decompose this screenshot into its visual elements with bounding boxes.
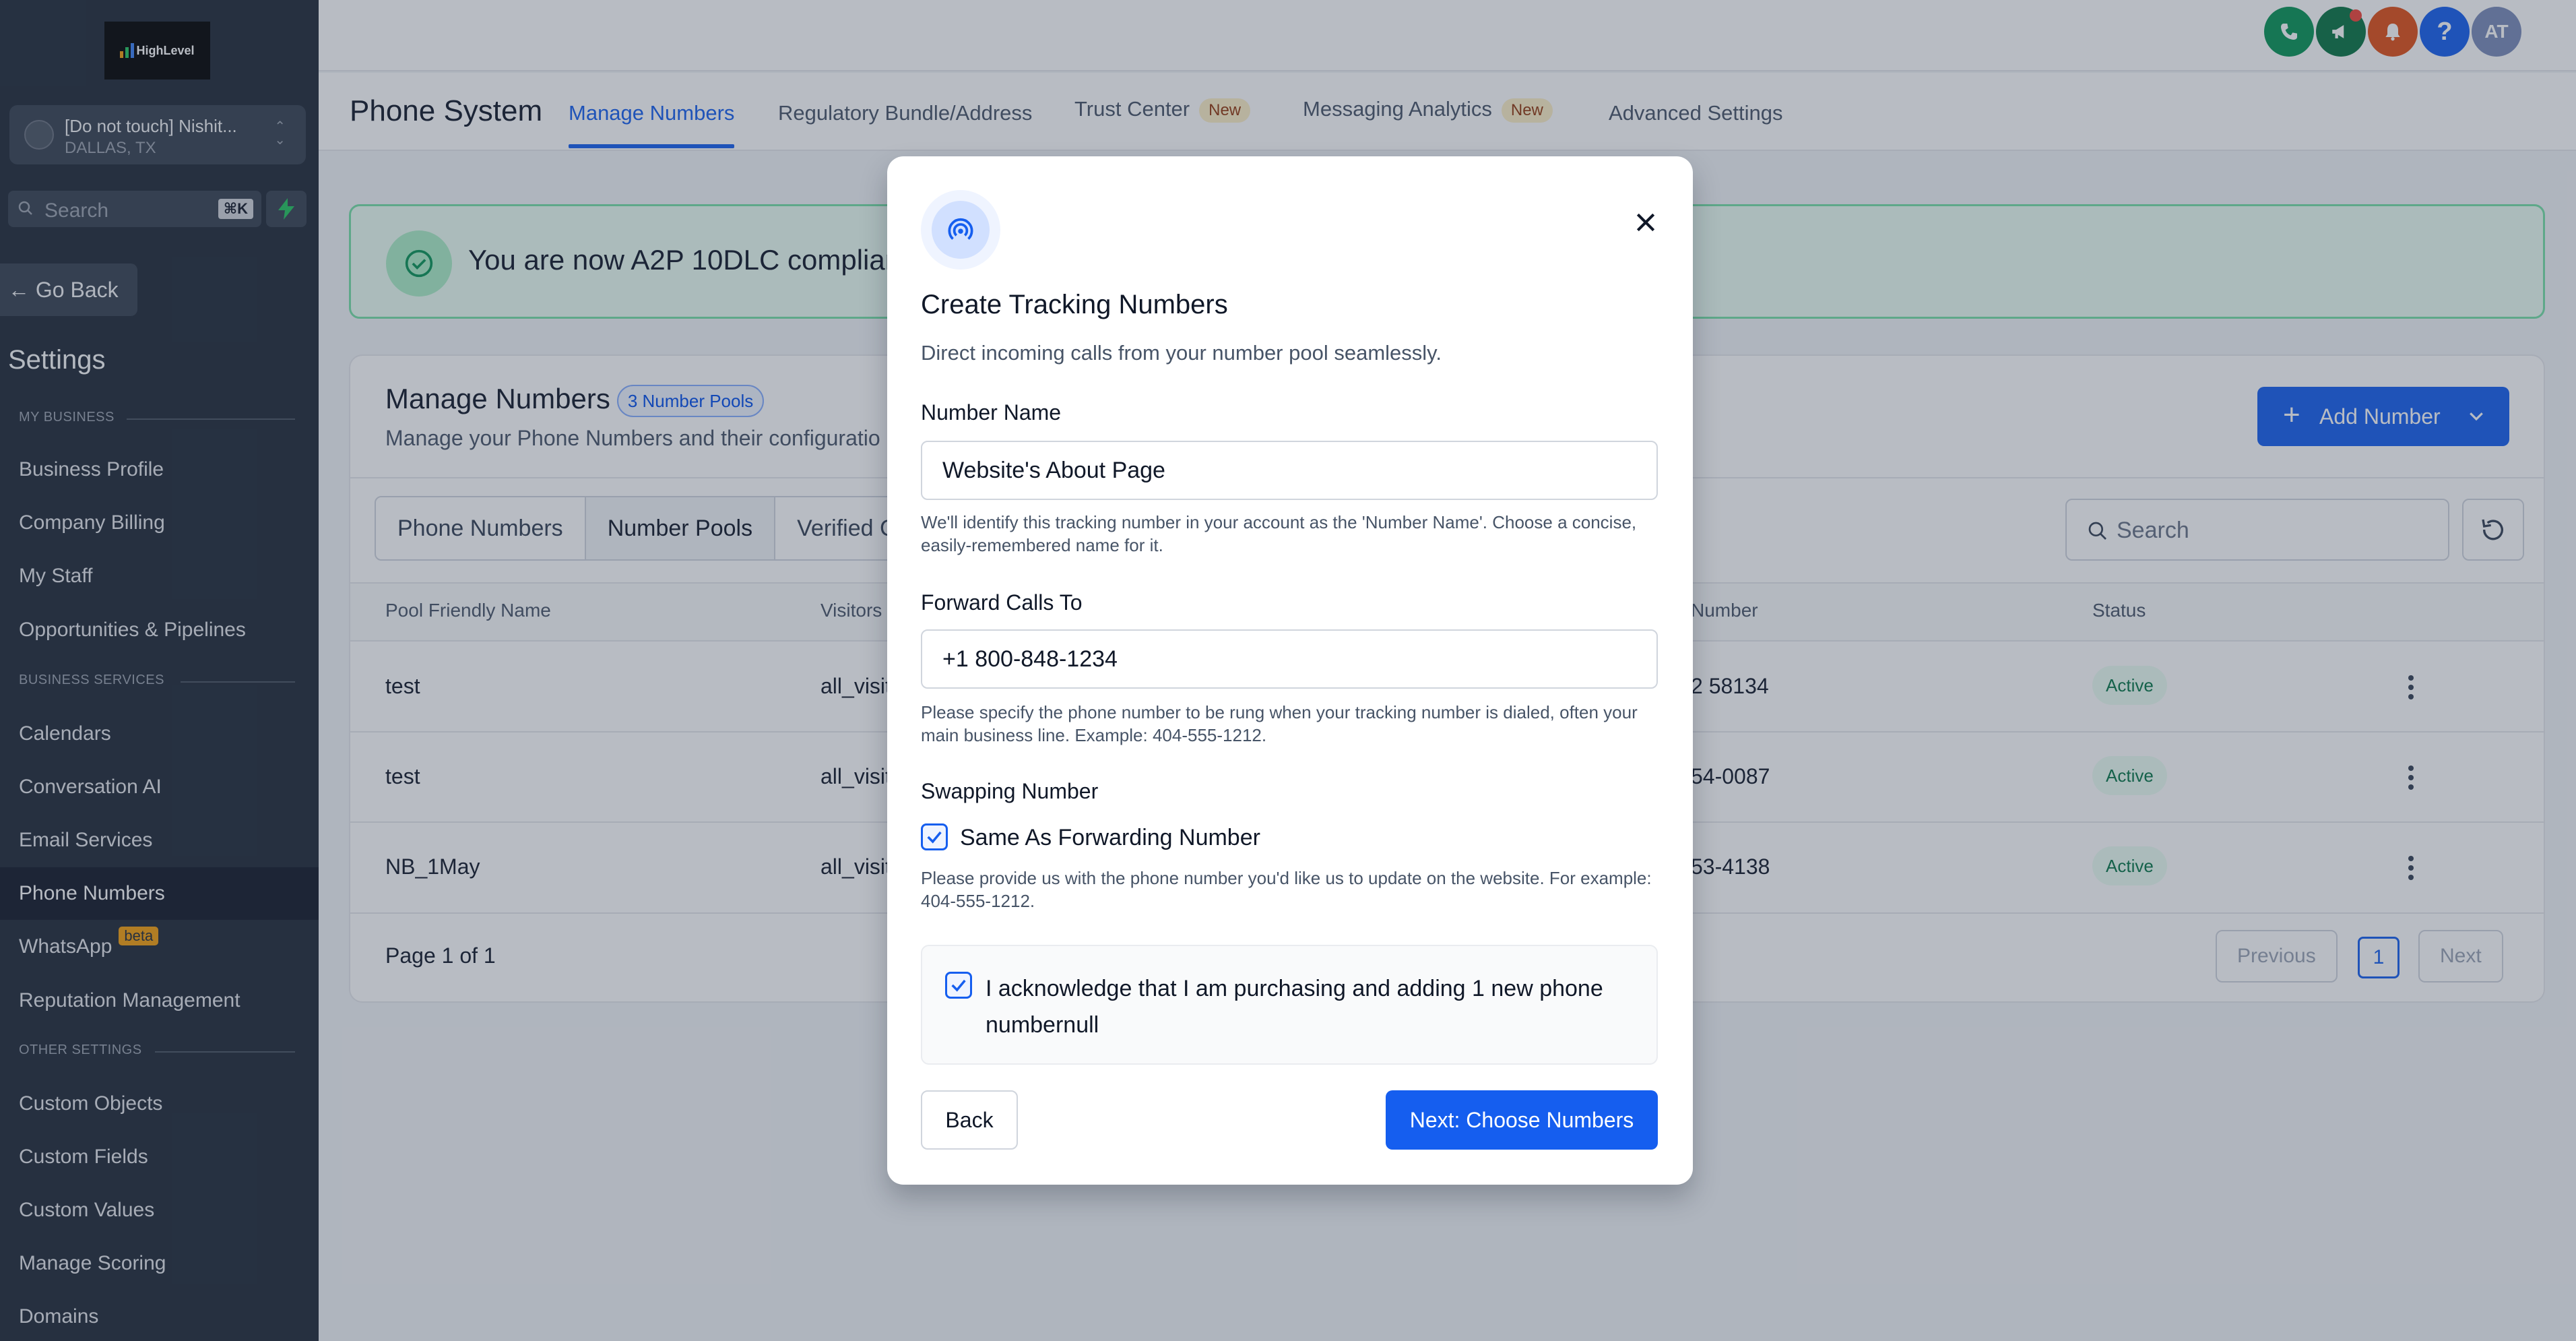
back-button[interactable]: Back bbox=[921, 1090, 1018, 1150]
number-name-label: Number Name bbox=[921, 400, 1062, 425]
check-icon bbox=[951, 979, 966, 992]
same-as-forwarding-label: Same As Forwarding Number bbox=[960, 825, 1260, 850]
acknowledge-text: I acknowledge that I am purchasing and a… bbox=[986, 976, 1603, 1038]
create-tracking-numbers-modal: Create Tracking Numbers Direct incoming … bbox=[887, 156, 1693, 1185]
modal-title: Create Tracking Numbers bbox=[921, 290, 1228, 319]
swapping-number-help: Please provide us with the phone number … bbox=[921, 868, 1652, 911]
number-name-help: We'll identify this tracking number in y… bbox=[921, 512, 1637, 555]
swapping-number-label: Swapping Number bbox=[921, 779, 1099, 803]
close-icon[interactable] bbox=[1632, 209, 1659, 236]
number-name-input[interactable] bbox=[921, 441, 1658, 500]
forward-calls-label: Forward Calls To bbox=[921, 590, 1083, 615]
forward-calls-input[interactable] bbox=[921, 629, 1658, 689]
forward-calls-help: Please specify the phone number to be ru… bbox=[921, 702, 1638, 745]
acknowledge-checkbox[interactable] bbox=[945, 972, 972, 999]
check-icon bbox=[927, 831, 942, 844]
same-as-forwarding-checkbox[interactable] bbox=[921, 823, 948, 850]
acknowledge-box: I acknowledge that I am purchasing and a… bbox=[921, 945, 1658, 1065]
next-choose-numbers-button[interactable]: Next: Choose Numbers bbox=[1386, 1090, 1658, 1150]
broadcast-icon bbox=[921, 190, 1000, 270]
modal-description: Direct incoming calls from your number p… bbox=[921, 341, 1442, 365]
